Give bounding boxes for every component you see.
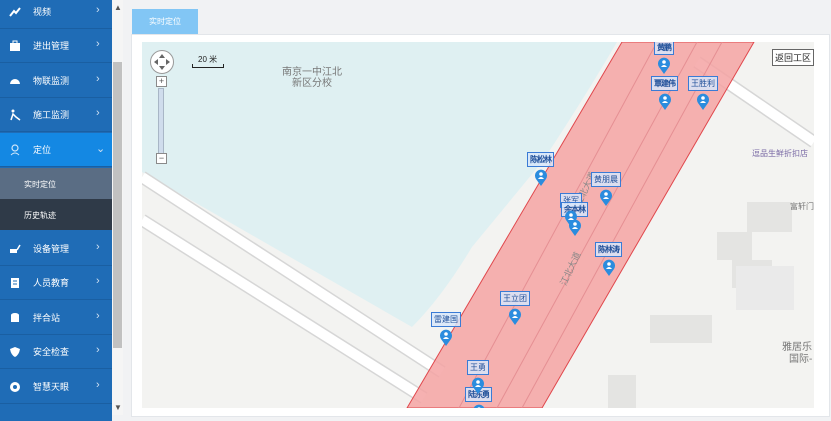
poi-label: 雅居乐: [782, 342, 812, 353]
worker-label[interactable]: 王立团: [500, 291, 530, 306]
scale-bar: [192, 64, 224, 68]
nav-item-education[interactable]: 人员教育 ›: [0, 266, 112, 300]
scroll-up-icon[interactable]: ▲: [114, 3, 122, 12]
chevron-right-icon: ›: [96, 107, 100, 119]
nav-label: 视频: [33, 7, 52, 17]
chevron-right-icon: ›: [96, 4, 100, 16]
worker-label[interactable]: 王勇: [467, 360, 489, 375]
nav-item-safety[interactable]: 安全检查 ›: [0, 335, 112, 369]
chevron-down-icon: ⌄: [96, 143, 106, 155]
chevron-right-icon: ›: [96, 344, 100, 356]
database-icon: [11, 313, 19, 322]
person-pin-icon[interactable]: [657, 57, 671, 74]
nav-label: 智慧天眼: [33, 382, 70, 392]
nav-label: 安全检查: [33, 347, 70, 357]
worker-label[interactable]: 王胜利: [688, 76, 718, 91]
nav-label: 施工监测: [33, 110, 70, 120]
chevron-right-icon: ›: [96, 310, 100, 322]
scroll-down-icon[interactable]: ▼: [114, 403, 122, 412]
person-pin-icon[interactable]: [534, 169, 548, 186]
poi-label: 逗品生鲜折扣店: [752, 149, 808, 158]
building: [736, 266, 794, 310]
gauge-icon: [10, 79, 20, 84]
map-view[interactable]: + − 20 米 返回工区 南京一中江北 新区分校 逗品生鲜折扣店 富轩门 雅居…: [142, 42, 814, 408]
chevron-right-icon: ›: [96, 38, 100, 50]
map-base: [142, 42, 814, 408]
poi-label: 富轩门: [790, 202, 814, 211]
building: [608, 375, 636, 408]
building: [650, 315, 712, 343]
subnav-realtime[interactable]: 实时定位: [0, 168, 112, 199]
person-pin-icon[interactable]: [508, 308, 522, 325]
worker-label[interactable]: 黄朋晨: [591, 172, 621, 187]
nav-label: 拌合站: [33, 313, 61, 323]
eye-icon: [10, 382, 20, 392]
subnav-label: 历史轨迹: [24, 211, 56, 220]
person-pin-icon[interactable]: [471, 377, 485, 394]
nav-label: 物联监测: [33, 76, 70, 86]
excavator-icon: [10, 244, 21, 253]
video-icon: [9, 7, 21, 17]
briefcase-icon: [10, 40, 20, 51]
sidebar: 视频 › 进出管理 › 物联监测 › 施工监测 › 定位 ⌄ 实时定位 历史轨迹…: [0, 0, 112, 421]
chevron-right-icon: ›: [96, 379, 100, 391]
poi-label: 新区分校: [292, 78, 332, 89]
nav-label: 定位: [33, 145, 52, 155]
subnav-label: 实时定位: [24, 180, 56, 189]
nav-item-sky-eye[interactable]: 智慧天眼 ›: [0, 370, 112, 404]
building: [747, 202, 792, 232]
nav-label: 进出管理: [33, 41, 70, 51]
poi-label: 国际-: [789, 354, 813, 365]
nav-item-equipment[interactable]: 设备管理 ›: [0, 232, 112, 266]
worker-label[interactable]: 陈松林: [527, 152, 554, 167]
person-pin-icon[interactable]: [599, 189, 613, 206]
tab-realtime-positioning[interactable]: 实时定位: [132, 9, 198, 34]
location-icon: [10, 144, 20, 156]
zoom-slider[interactable]: [158, 88, 164, 156]
person-pin-icon[interactable]: [658, 93, 672, 110]
sidebar-scrollbar[interactable]: ▲ ▼: [112, 0, 123, 415]
nav-label: 设备管理: [33, 244, 70, 254]
book-icon: [11, 278, 19, 288]
chevron-right-icon: ›: [96, 73, 100, 85]
worker-label[interactable]: 陈林涛: [595, 242, 622, 257]
chevron-right-icon: ›: [96, 275, 100, 287]
nav-item-construction[interactable]: 施工监测 ›: [0, 98, 112, 132]
nav-item-positioning[interactable]: 定位 ⌄: [0, 133, 112, 167]
person-pin-icon[interactable]: [568, 219, 582, 236]
nav-label: 人员教育: [33, 278, 70, 288]
building: [717, 232, 752, 260]
person-pin-icon[interactable]: [472, 404, 486, 408]
pan-control[interactable]: [150, 50, 174, 74]
zoom-in-button[interactable]: +: [156, 76, 167, 87]
worker-icon: [10, 109, 21, 121]
worker-label[interactable]: 雷建国: [431, 312, 461, 327]
person-pin-icon[interactable]: [439, 329, 453, 346]
zoom-out-button[interactable]: −: [156, 153, 167, 164]
chevron-right-icon: ›: [96, 241, 100, 253]
scroll-thumb[interactable]: [113, 62, 122, 348]
worker-label[interactable]: 黄鹏: [654, 42, 674, 55]
nav-item-access[interactable]: 进出管理 ›: [0, 29, 112, 63]
person-pin-icon[interactable]: [696, 93, 710, 110]
shield-icon: [10, 347, 20, 357]
nav-item-iot[interactable]: 物联监测 ›: [0, 64, 112, 98]
pan-arrows-icon: [154, 54, 170, 70]
nav-item-video[interactable]: 视频 ›: [0, 0, 112, 29]
subnav-history[interactable]: 历史轨迹: [0, 199, 112, 230]
worker-label[interactable]: 覃建伟: [651, 76, 678, 91]
return-to-site-button[interactable]: 返回工区: [772, 49, 814, 66]
nav-item-mixing-station[interactable]: 拌合站 ›: [0, 301, 112, 335]
person-pin-icon[interactable]: [602, 259, 616, 276]
